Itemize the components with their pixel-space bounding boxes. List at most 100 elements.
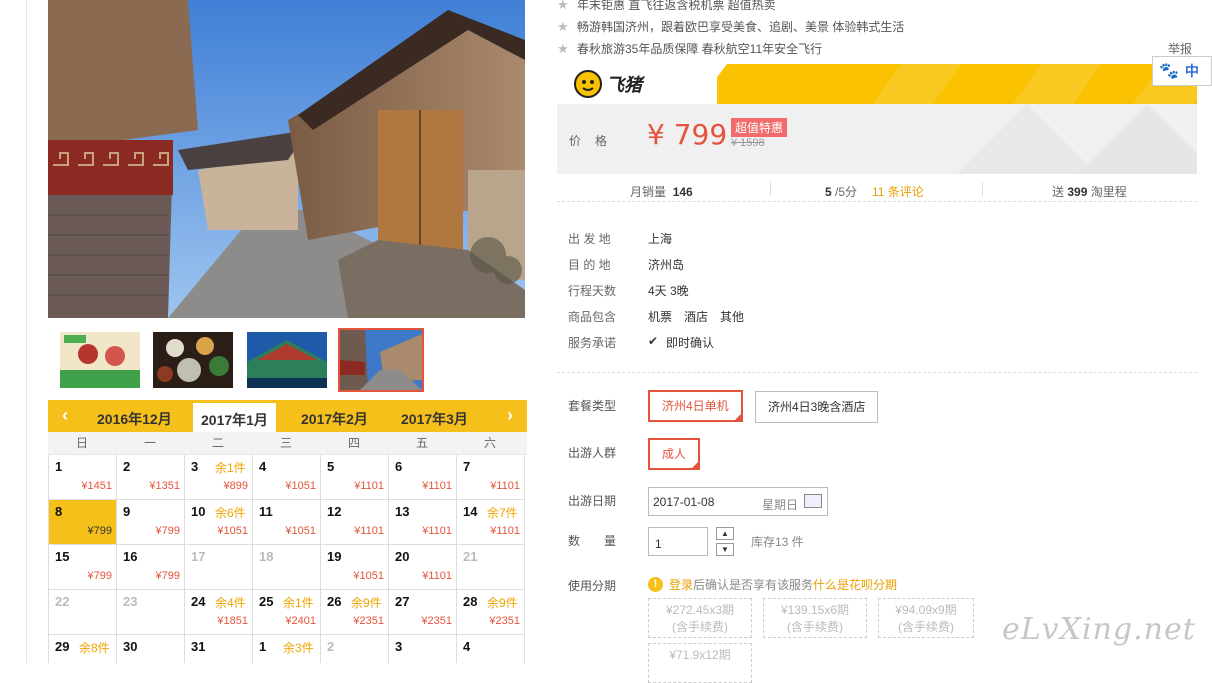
calendar-day[interactable]: 19 ¥1051 [321,545,389,590]
calendar-day[interactable]: 4 [457,635,525,663]
baidu-input-widget[interactable]: 🐾 中 [1152,56,1212,86]
day-number: 15 [55,549,70,564]
calendar-icon[interactable] [804,494,822,508]
package-option-flight-only[interactable]: 济州4日单机 [648,390,743,422]
calendar-day[interactable]: 10 余6件 ¥1051 [185,500,253,545]
price-box: 价格 ¥ 799 超值特惠 ¥ 1598 [557,104,1197,174]
calendar-header: ‹ 2016年12月 2017年1月 2017年2月 2017年3月 › [48,400,527,432]
price-value: ¥ 799 [647,118,728,151]
calendar-day[interactable]: 1 ¥1451 [49,455,117,500]
quantity-label: 数 量 [568,534,617,548]
calendar-day[interactable]: 21 [457,545,525,590]
day-number: 17 [191,549,206,564]
calendar-next-arrow-icon[interactable]: › [500,405,520,426]
day-number: 25 [259,594,274,609]
package-option-with-hotel[interactable]: 济州4日3晚含酒店 [755,391,879,423]
brand-bar: 飞猪 [557,64,1197,104]
weekday-label: 六 [483,436,496,450]
calendar-day[interactable]: 31 [185,635,253,663]
group-option-adult[interactable]: 成人 [648,438,701,470]
calendar-day[interactable]: 2 [321,635,389,663]
calendar-day[interactable]: 9 ¥799 [117,500,185,545]
calendar-month-jan-2017[interactable]: 2017年1月 [193,403,276,432]
installment-plan-3[interactable]: ¥272.45x3期 (含手续费) [648,598,752,638]
calendar-day[interactable]: 16 ¥799 [117,545,185,590]
star-icon: ★ [557,41,569,56]
calendar-day[interactable]: 11 ¥1051 [253,500,321,545]
calendar-day[interactable]: 3 余1件 ¥899 [185,455,253,500]
day-remaining: 余9件 [351,596,382,610]
calendar-day[interactable]: 3 [389,635,457,663]
price-calendar: ‹ 2016年12月 2017年1月 2017年2月 2017年3月 › 日 一… [48,400,527,663]
calendar-day-selected[interactable]: 8 ¥799 [49,500,117,545]
installment-plan-9[interactable]: ¥94.09x9期 (含手续费) [878,598,974,638]
thumbnail-1[interactable] [58,330,142,390]
day-number: 11 [259,504,273,519]
calendar-day[interactable]: 14 余7件 ¥1101 [457,500,525,545]
calendar-day[interactable]: 23 [117,590,185,635]
decor-stripe [872,64,962,104]
quantity-down-icon[interactable]: ▼ [716,543,734,556]
package-label: 套餐类型 [568,399,617,413]
calendar-day[interactable]: 22 [49,590,117,635]
day-price: ¥799 [155,525,180,537]
day-number: 21 [463,549,478,564]
reviews-link[interactable]: 11 条评论 [872,183,924,200]
weekday-label: 日 [75,436,88,450]
calendar-day[interactable]: 27 ¥2351 [389,590,457,635]
quantity-up-icon[interactable]: ▲ [716,527,734,540]
calendar-day[interactable]: 17 [185,545,253,590]
calendar-prev-arrow-icon[interactable]: ‹ [55,405,75,426]
group-label: 出游人群 [568,446,617,460]
day-number: 24 [191,594,206,609]
day-price: ¥1101 [354,480,384,492]
fliggy-face-icon [574,70,602,98]
calendar-day[interactable]: 4 ¥1051 [253,455,321,500]
day-price: ¥1101 [490,525,520,537]
thumbnail-4-selected[interactable] [338,328,424,392]
calendar-month-mar-2017[interactable]: 2017年3月 [401,409,468,429]
day-price: ¥799 [87,525,112,537]
main-product-photo [48,0,525,318]
watermark: eLvXing.net [1002,612,1196,647]
day-number: 29 [55,639,70,654]
calendar-day[interactable]: 20 ¥1101 [389,545,457,590]
calendar-day[interactable]: 7 ¥1101 [457,455,525,500]
day-number: 4 [463,639,471,654]
installment-plan-6[interactable]: ¥139.15x6期 (含手续费) [763,598,867,638]
day-number: 30 [123,639,138,654]
feature-bullet: ★ 春秋旅游35年品质保障 春秋航空11年安全飞行 [557,38,904,60]
day-remaining: 余1件 [283,596,314,610]
huabei-help-link[interactable]: 什么是花呗分期 [813,576,897,593]
day-price: ¥1101 [490,480,520,492]
day-price: ¥2401 [285,615,316,627]
login-link[interactable]: 登录 [669,576,693,593]
day-price: ¥1451 [81,480,112,492]
report-link[interactable]: 举报 [1168,40,1192,57]
installment-plan-12[interactable]: ¥71.9x12期 [648,643,752,683]
date-picker[interactable]: 2017-01-08 星期日 [648,487,828,516]
installment-label: 使用分期 [568,579,617,593]
calendar-day[interactable]: 26 余9件 ¥2351 [321,590,389,635]
thumbnail-3[interactable] [245,330,329,390]
day-price: ¥799 [155,570,180,582]
calendar-day[interactable]: 29 余8件 [49,635,117,663]
calendar-day[interactable]: 24 余4件 ¥1851 [185,590,253,635]
thumbnail-2[interactable] [151,330,235,390]
calendar-day[interactable]: 18 [253,545,321,590]
calendar-day[interactable]: 28 余9件 ¥2351 [457,590,525,635]
calendar-day[interactable]: 13 ¥1101 [389,500,457,545]
calendar-day[interactable]: 1 余3件 [253,635,321,663]
quantity-input[interactable]: 1 [648,527,708,556]
calendar-day[interactable]: 12 ¥1101 [321,500,389,545]
calendar-day[interactable]: 25 余1件 ¥2401 [253,590,321,635]
calendar-day[interactable]: 6 ¥1101 [389,455,457,500]
calendar-month-feb-2017[interactable]: 2017年2月 [301,409,368,429]
day-number: 2 [123,459,131,474]
calendar-day[interactable]: 2 ¥1351 [117,455,185,500]
calendar-day[interactable]: 30 [117,635,185,663]
weekday-label: 五 [415,436,428,450]
calendar-day[interactable]: 5 ¥1101 [321,455,389,500]
calendar-month-dec-2016[interactable]: 2016年12月 [97,409,172,429]
calendar-day[interactable]: 15 ¥799 [49,545,117,590]
